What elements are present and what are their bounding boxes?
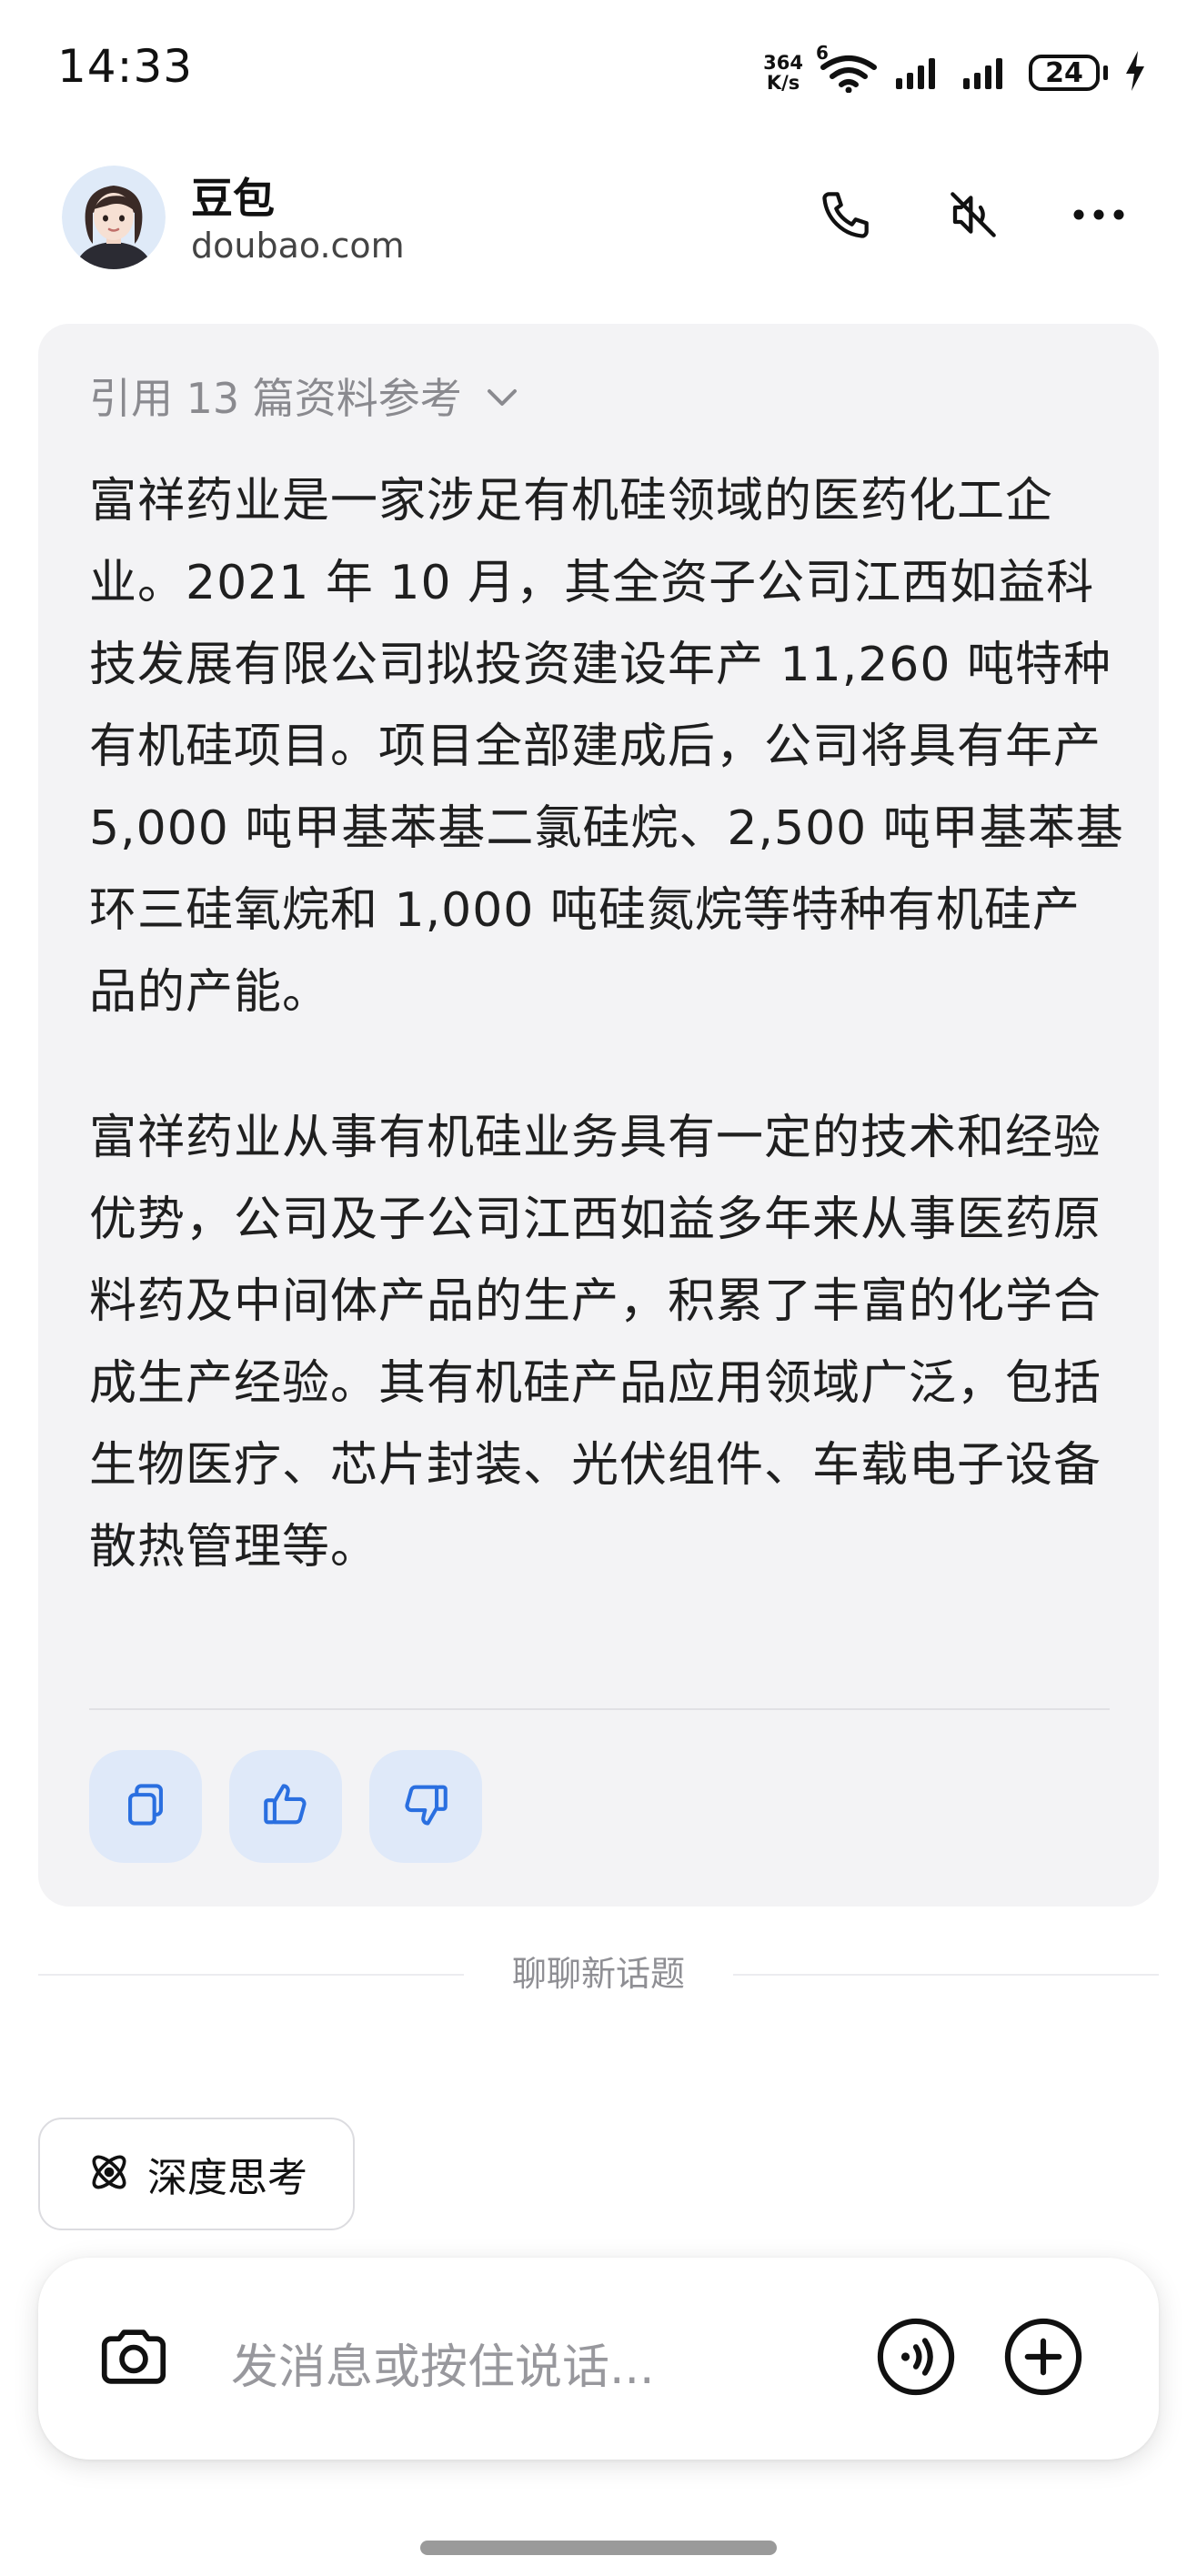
deep-think-label: 深度思考	[147, 2155, 307, 2201]
divider	[89, 1708, 1110, 1710]
signal-icon	[894, 53, 945, 93]
atom-icon	[86, 2148, 133, 2199]
new-topic-button[interactable]: 聊聊新话题	[38, 1956, 1159, 1992]
add-attachment-button[interactable]	[1001, 2316, 1086, 2401]
camera-button[interactable]	[93, 2318, 175, 2400]
references-toggle[interactable]: 引用 13 篇资料参考	[89, 366, 520, 426]
phone-call-button[interactable]	[810, 180, 882, 253]
copy-button[interactable]	[89, 1750, 202, 1863]
network-speed-value: 364	[763, 52, 803, 74]
more-icon	[1070, 206, 1128, 227]
chevron-down-icon	[484, 371, 520, 420]
charging-icon	[1124, 51, 1146, 95]
bot-domain: doubao.com	[191, 226, 405, 266]
message-paragraph: 富祥药业从事有机硅业务具有一定的技术和经验优势，公司及子公司江西如益多年来从事医…	[89, 1111, 1102, 1575]
more-button[interactable]	[1062, 180, 1135, 253]
voice-wave-icon	[874, 2315, 958, 2402]
like-button[interactable]	[229, 1750, 342, 1863]
status-icons: 364 K/s 6 24	[763, 42, 1146, 98]
network-speed: 364 K/s	[763, 53, 803, 93]
mute-icon	[944, 186, 1002, 247]
deep-think-toggle[interactable]: 深度思考	[38, 2118, 355, 2230]
message-paragraph: 富祥药业是一家涉足有机硅领域的医药化工企业。2021 年 10 月，其全资子公司…	[89, 474, 1124, 1020]
phone-icon	[817, 186, 875, 247]
thumbs-up-icon	[259, 1778, 312, 1835]
voice-call-button[interactable]	[873, 2316, 959, 2401]
message-input-bar: 发消息或按住说话...	[38, 2258, 1159, 2460]
assistant-message-card: 引用 13 篇资料参考 富祥药业是一家涉足有机硅领域的医药化工企业。2021 年…	[38, 324, 1159, 1907]
avatar[interactable]	[62, 166, 166, 269]
battery-icon: 24	[1029, 55, 1108, 91]
wifi-icon: 6	[816, 42, 878, 94]
wifi-badge: 6	[816, 42, 829, 64]
battery-level: 24	[1029, 55, 1100, 91]
plus-icon	[1001, 2315, 1085, 2402]
message-input[interactable]: 发消息或按住说话...	[231, 2329, 655, 2397]
thumbs-down-icon	[399, 1778, 452, 1835]
mute-button[interactable]	[937, 180, 1010, 253]
signal-icon	[961, 53, 1012, 93]
camera-icon	[95, 2318, 173, 2400]
status-bar: 14:33 364 K/s 6 24	[0, 0, 1197, 136]
copy-icon	[119, 1778, 172, 1835]
new-topic-divider: 聊聊新话题	[38, 1956, 1159, 1992]
chat-header: 豆包 doubao.com	[0, 155, 1197, 291]
home-indicator[interactable]	[420, 2541, 777, 2555]
references-label: 引用 13 篇资料参考	[89, 374, 462, 423]
network-speed-unit: K/s	[766, 72, 800, 94]
bot-name: 豆包	[191, 174, 275, 223]
dislike-button[interactable]	[369, 1750, 482, 1863]
status-time: 14:33	[57, 40, 194, 93]
